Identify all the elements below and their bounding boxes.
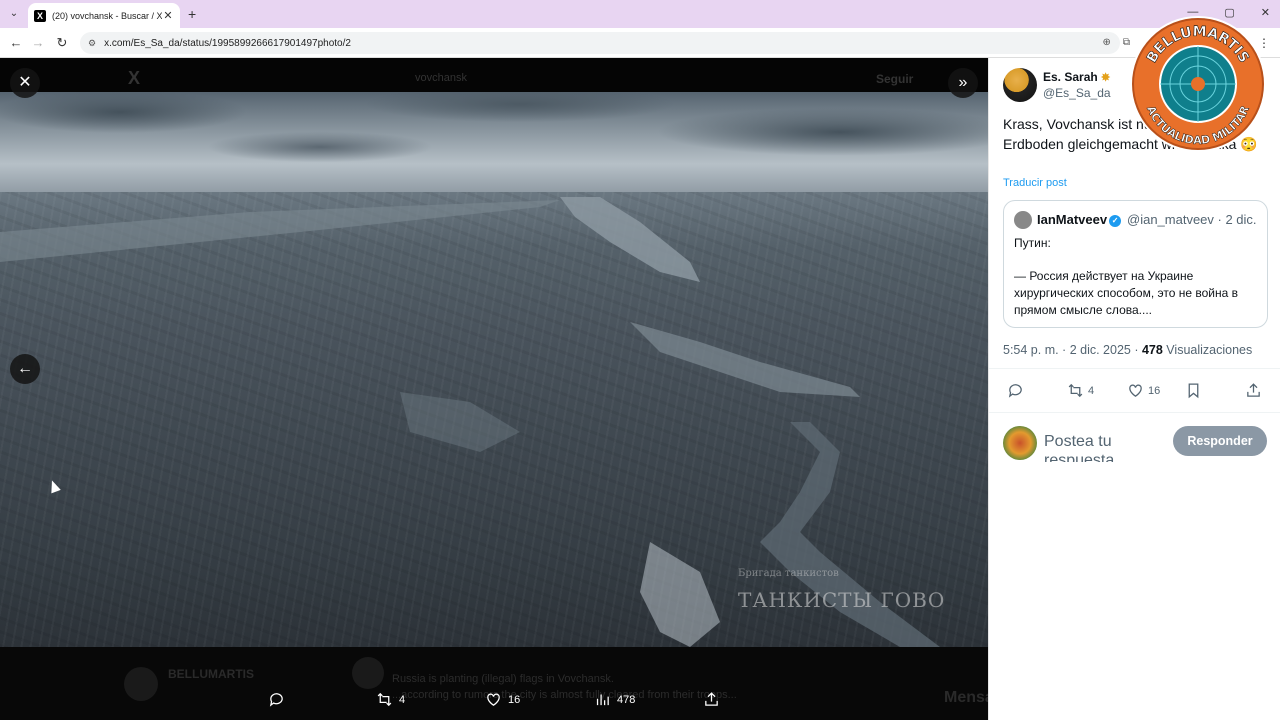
tab-title: (20) vovchansk - Buscar / X (52, 10, 162, 21)
quote-author-name: IanMatveev ✓ (1037, 212, 1122, 227)
forward-icon[interactable]: → (30, 35, 46, 51)
quote-line-3: хирургических способом, это не война в (1014, 286, 1239, 300)
x-favicon-icon: X (34, 9, 46, 22)
reply-submit-button[interactable]: Responder (1173, 426, 1267, 456)
media-viewer: X vovchansk Seguir Бригада танкистов ТАН… (0, 58, 988, 720)
verified-blue-icon: ✓ (1109, 215, 1122, 227)
viewer-like-count: 16 (508, 693, 521, 706)
reply-input[interactable]: Postea tu respuesta (1044, 432, 1144, 462)
site-info-icon[interactable]: ⚙ (88, 38, 96, 49)
background-post-line-1: Russia is planting (illegal) flags in Vo… (392, 673, 614, 685)
viewer-retweet-count: 4 (399, 693, 406, 706)
background-search: vovchansk (415, 72, 467, 84)
close-viewer-button[interactable]: ✕ (10, 68, 40, 98)
retweet-icon (377, 692, 392, 707)
background-header: X vovchansk Seguir (0, 58, 988, 92)
bellumartis-logo: BELLUMARTIS ACTUALIDAD MILITAR (1130, 16, 1266, 152)
retweet-button[interactable]: 4 (1067, 382, 1094, 399)
address-bar: ← → ↻ ⚙ x.com/Es_Sa_da/status/1995899266… (0, 28, 1280, 58)
tab-search-icon[interactable]: ⌄ (6, 6, 22, 22)
new-tab-button[interactable]: + (188, 6, 196, 22)
quote-line-1: Путин: (1014, 236, 1051, 250)
quote-author-handle: @ian_matveev · 2 dic. (1127, 212, 1257, 227)
url-field[interactable]: ⚙ x.com/Es_Sa_da/status/1995899266617901… (80, 32, 1120, 54)
browser-tab-bar: ⌄ X (20) vovchansk - Buscar / X ✕ + — ▢ … (0, 0, 1280, 28)
heart-icon (1129, 384, 1142, 397)
quote-line-4: прямом смысле слова.... (1014, 303, 1152, 317)
author-name[interactable]: Es. Sarah ✸ (1043, 70, 1110, 84)
post-photo: Бригада танкистов ТАНКИСТЫ ГОВО (0, 92, 988, 647)
post-actions: 4 16 (989, 380, 1280, 402)
url-actions: ⊕ ⧉ (1102, 37, 1130, 48)
previous-photo-button[interactable]: ← (10, 354, 40, 384)
viewer-share-button[interactable] (703, 691, 726, 708)
bookmark-button[interactable] (1185, 382, 1206, 399)
reply-button[interactable] (1007, 382, 1028, 399)
background-avatar-2 (352, 657, 384, 689)
watermark-caption: Бригада танкистов (738, 568, 839, 579)
background-follow: Seguir (876, 72, 914, 86)
x-logo-icon: X (128, 68, 141, 88)
back-icon[interactable]: ← (8, 35, 24, 51)
expand-sidebar-button[interactable]: » (948, 68, 978, 98)
post-sidebar: Es. Sarah ✸ @Es_Sa_da Krass, Vovchansk i… (988, 58, 1280, 720)
browser-tab[interactable]: X (20) vovchansk - Buscar / X ✕ (28, 3, 180, 28)
user-avatar (1003, 426, 1037, 460)
translate-post-link[interactable]: Traducir post (1003, 177, 1067, 189)
viewer-reply-button[interactable] (268, 691, 291, 708)
retweet-count: 4 (1088, 384, 1095, 397)
like-button[interactable]: 16 (1127, 382, 1160, 399)
share-button[interactable] (1245, 382, 1266, 399)
video-watermark: ТАНКИСТЫ ГОВО (738, 588, 946, 612)
reload-icon[interactable]: ↻ (54, 35, 70, 51)
post-metadata: 5:54 p. m. · 2 dic. 2025 · 478 Visualiza… (1003, 343, 1253, 357)
url-text: x.com/Es_Sa_da/status/199589926661790149… (104, 37, 351, 49)
reply-icon (1008, 384, 1022, 398)
author-avatar[interactable] (1003, 68, 1037, 102)
background-name: BELLUMARTIS (168, 667, 254, 681)
share-icon (1247, 383, 1260, 397)
author-handle[interactable]: @Es_Sa_da (1043, 86, 1111, 100)
retweet-icon (1068, 383, 1083, 398)
bookmark-icon (1188, 383, 1199, 399)
reply-icon (269, 693, 283, 707)
viewer-views-button[interactable]: 478 (594, 691, 635, 708)
verified-gold-icon: ✸ (1101, 72, 1111, 84)
like-count: 16 (1148, 384, 1161, 397)
zoom-icon[interactable]: ⊕ (1102, 37, 1110, 48)
quote-avatar (1014, 211, 1032, 229)
tab-close-icon[interactable]: ✕ (162, 9, 174, 22)
viewer-views-count: 478 (617, 693, 636, 706)
viewer-like-button[interactable]: 16 (485, 691, 520, 708)
share-icon (705, 692, 718, 706)
viewer-retweet-button[interactable]: 4 (376, 691, 405, 708)
river-shape (0, 197, 940, 647)
views-chart-icon (596, 694, 609, 706)
viewer-action-bar: 4 16 478 (0, 689, 988, 713)
quote-line-2: — Россия действует на Украине (1014, 269, 1194, 283)
quoted-post[interactable]: IanMatveev ✓ @ian_matveev · 2 dic. Путин:… (1003, 200, 1268, 328)
heart-icon (487, 693, 500, 706)
